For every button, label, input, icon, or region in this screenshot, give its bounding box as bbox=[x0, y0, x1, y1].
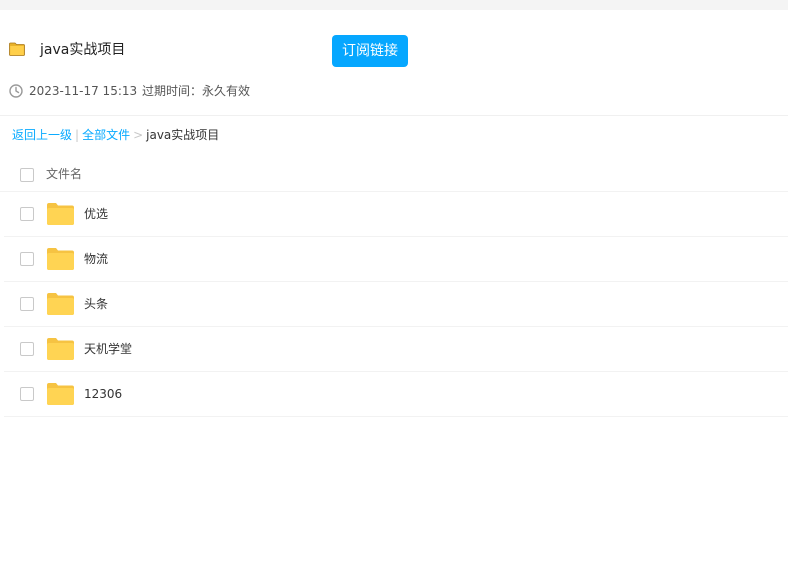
breadcrumb-separator: > bbox=[133, 128, 144, 142]
back-link[interactable]: 返回上一级 bbox=[12, 128, 72, 142]
all-files-link[interactable]: 全部文件 bbox=[82, 128, 130, 142]
folder-icon bbox=[47, 383, 74, 405]
column-header-filename: 文件名 bbox=[46, 167, 83, 181]
divider bbox=[0, 115, 788, 116]
row-checkbox[interactable] bbox=[20, 342, 34, 356]
file-row[interactable]: 天机学堂 bbox=[4, 327, 788, 372]
file-row[interactable]: 优选 bbox=[4, 192, 788, 237]
folder-icon bbox=[9, 42, 25, 56]
page-title: java实战项目 bbox=[40, 42, 126, 58]
share-date: 2023-11-17 15:13 bbox=[29, 84, 138, 98]
folder-name[interactable]: 优选 bbox=[84, 206, 108, 222]
row-checkbox[interactable] bbox=[20, 207, 34, 221]
file-row[interactable]: 头条 bbox=[4, 282, 788, 327]
file-row[interactable]: 12306 bbox=[4, 372, 788, 417]
folder-name[interactable]: 头条 bbox=[84, 296, 108, 312]
row-checkbox[interactable] bbox=[20, 387, 34, 401]
share-header: java实战项目 订阅链接 bbox=[0, 30, 788, 70]
folder-icon bbox=[47, 248, 74, 270]
folder-name[interactable]: 天机学堂 bbox=[84, 341, 132, 357]
row-checkbox[interactable] bbox=[20, 252, 34, 266]
folder-icon bbox=[47, 338, 74, 360]
breadcrumb: 返回上一级 | 全部文件 > java实战项目 bbox=[12, 127, 219, 143]
top-bar bbox=[0, 0, 788, 10]
folder-name[interactable]: 12306 bbox=[84, 386, 122, 402]
clock-icon bbox=[9, 84, 23, 98]
subscribe-link-button[interactable]: 订阅链接 bbox=[332, 35, 408, 67]
breadcrumb-separator: | bbox=[75, 128, 80, 142]
expire-time: 过期时间：永久有效 bbox=[142, 84, 251, 98]
select-all-checkbox[interactable] bbox=[20, 168, 34, 182]
row-checkbox[interactable] bbox=[20, 297, 34, 311]
file-row[interactable]: 物流 bbox=[4, 237, 788, 282]
file-list-header: 文件名 bbox=[0, 156, 788, 192]
folder-name[interactable]: 物流 bbox=[84, 251, 108, 267]
folder-icon bbox=[47, 203, 74, 225]
folder-icon bbox=[47, 293, 74, 315]
breadcrumb-current: java实战项目 bbox=[146, 128, 220, 142]
